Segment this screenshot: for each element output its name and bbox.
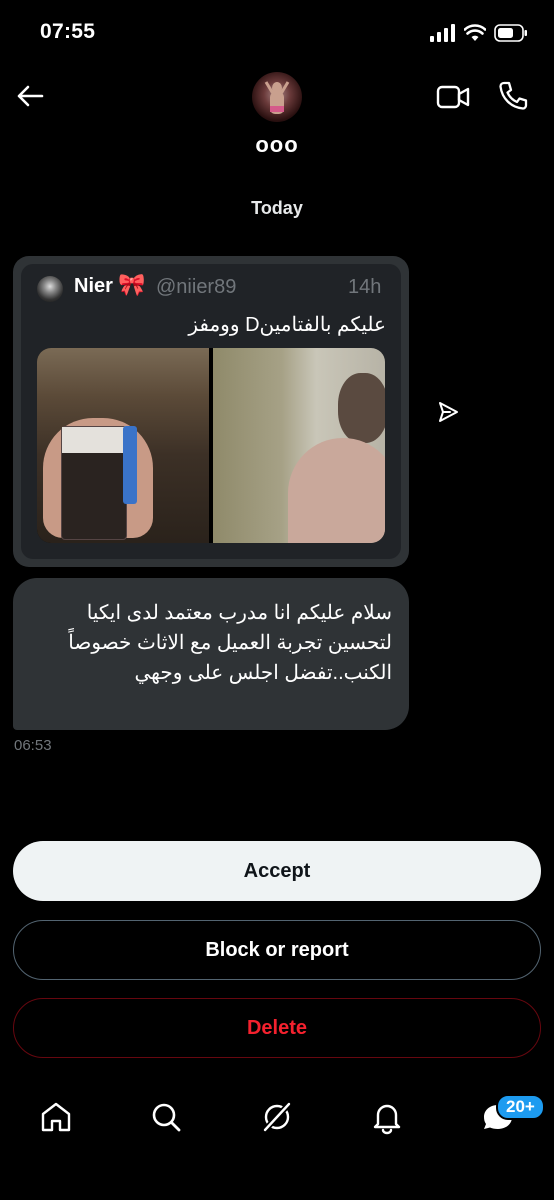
post-text: عليكم بالفتامينD وومفز — [188, 314, 386, 336]
signal-icon — [430, 24, 455, 42]
post-author-name: Nier — [74, 275, 113, 297]
conversation-username[interactable]: ooo — [0, 132, 554, 158]
video-call-icon[interactable] — [436, 82, 470, 112]
messages-badge: 20+ — [496, 1094, 545, 1120]
bow-emoji: 🎀 — [118, 272, 146, 297]
message-text: سلام عليكم انا مدرب معتمد لدى ايكيا لتحس… — [68, 602, 392, 684]
delete-button[interactable]: Delete — [13, 998, 541, 1058]
phone-call-icon[interactable] — [497, 80, 529, 112]
back-arrow-icon[interactable] — [14, 80, 46, 112]
wifi-icon — [464, 24, 486, 41]
grok-icon[interactable] — [259, 1099, 295, 1135]
status-icons — [430, 24, 528, 42]
accept-button[interactable]: Accept — [13, 841, 541, 901]
block-or-report-button[interactable]: Block or report — [13, 920, 541, 980]
avatar-figure — [264, 81, 290, 114]
post-author-avatar — [37, 276, 63, 302]
search-icon[interactable] — [148, 1099, 184, 1135]
share-send-icon[interactable] — [436, 400, 460, 424]
home-icon[interactable] — [38, 1099, 74, 1135]
notifications-bell-icon[interactable] — [369, 1099, 405, 1135]
message-time: 06:53 — [14, 737, 52, 754]
avatar[interactable] — [252, 72, 302, 122]
post-media[interactable] — [37, 348, 385, 543]
post-image-cigarettes — [37, 348, 209, 543]
post-image-selfie — [213, 348, 385, 543]
date-separator: Today — [251, 198, 303, 218]
battery-icon — [494, 24, 527, 42]
status-time: 07:55 — [40, 20, 96, 43]
post-author-handle: @niier89 — [156, 276, 237, 298]
post-time: 14h — [348, 276, 382, 298]
